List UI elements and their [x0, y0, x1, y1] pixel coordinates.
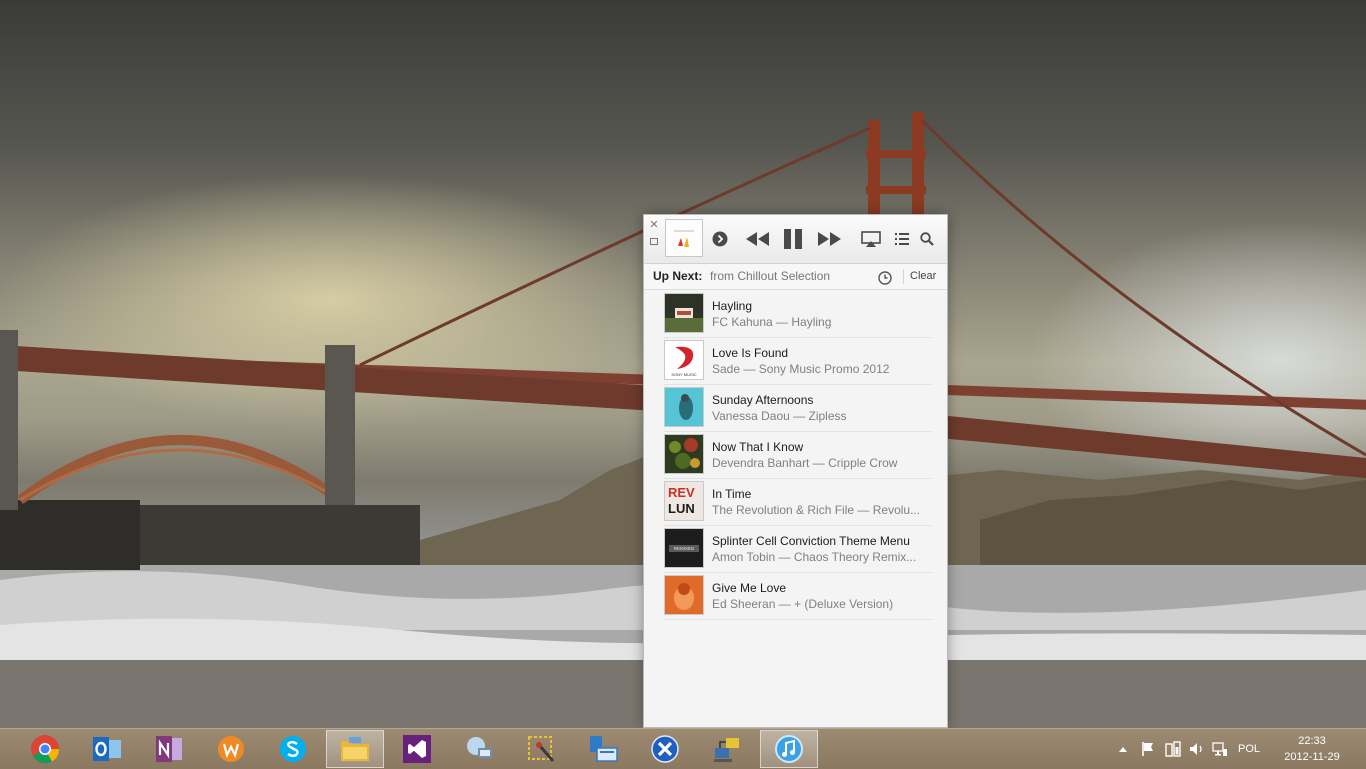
rewind-icon[interactable] — [746, 232, 770, 246]
track-artist-album: FC Kahuna — Hayling — [712, 315, 832, 329]
track-item[interactable]: Now That I Know Devendra Banhart — Cripp… — [664, 432, 932, 479]
volume-icon[interactable] — [1187, 729, 1207, 769]
up-next-arrow-icon[interactable] — [712, 231, 728, 247]
track-artist-album: Ed Sheeran — + (Deluxe Version) — [712, 597, 894, 611]
clock-date: 2012-11-29 — [1284, 751, 1340, 763]
track-title: In Time — [712, 487, 752, 501]
track-title: Sunday Afternoons — [712, 393, 814, 407]
svg-text:REMIXED: REMIXED — [674, 546, 695, 551]
album-artwork — [664, 434, 704, 474]
xamarin-icon[interactable] — [636, 730, 694, 768]
album-artwork — [664, 575, 704, 615]
close-icon[interactable]: ✕ — [649, 220, 659, 231]
track-artist-album: Devendra Banhart — Cripple Crow — [712, 456, 898, 470]
power-battery-icon[interactable] — [1162, 729, 1184, 769]
action-center-flag-icon[interactable] — [1138, 729, 1158, 769]
divider — [903, 269, 904, 284]
album-artwork — [664, 387, 704, 427]
now-playing-artwork[interactable] — [665, 219, 703, 257]
visual-studio-icon[interactable] — [388, 730, 446, 768]
album-artwork — [664, 293, 704, 333]
album-artwork: REV LUN — [664, 481, 704, 521]
itunes-miniplayer-window[interactable]: ✕ Up Next: from Chillout Selection Clear… — [643, 214, 948, 728]
system-clock[interactable]: 22:33 2012-11-29 — [1272, 733, 1352, 765]
pause-icon[interactable] — [783, 229, 803, 249]
network-connect-icon[interactable] — [698, 730, 756, 768]
track-title: Give Me Love — [712, 581, 787, 595]
chrome-icon[interactable] — [16, 730, 74, 768]
track-item[interactable]: SONY MUSIC Love Is Found Sade — Sony Mus… — [664, 338, 932, 385]
track-title: Splinter Cell Conviction Theme Menu — [712, 534, 910, 548]
album-artwork: REMIXED — [664, 528, 704, 568]
network-tool-icon[interactable] — [450, 730, 508, 768]
input-language-indicator[interactable]: POL — [1234, 729, 1264, 769]
network-icon[interactable] — [1210, 729, 1230, 769]
track-artist-album: Amon Tobin — Chaos Theory Remix... — [712, 550, 917, 564]
track-title: Hayling — [712, 299, 753, 313]
track-artist-album: Sade — Sony Music Promo 2012 — [712, 362, 890, 376]
up-next-header: Up Next: from Chillout Selection Clear — [644, 264, 947, 290]
show-hidden-icons-icon[interactable] — [1116, 729, 1130, 769]
skype-icon[interactable] — [264, 730, 322, 768]
wps-icon[interactable] — [202, 730, 260, 768]
search-icon[interactable] — [920, 232, 934, 246]
track-item[interactable]: Give Me Love Ed Sheeran — + (Deluxe Vers… — [664, 573, 932, 620]
track-item[interactable]: REMIXED Splinter Cell Conviction Theme M… — [664, 526, 932, 573]
track-artist-album: Vanessa Daou — Zipless — [712, 409, 847, 423]
onenote-icon[interactable] — [140, 730, 198, 768]
track-item[interactable]: REV LUN In Time The Revolution & Rich Fi… — [664, 479, 932, 526]
itunes-icon[interactable] — [760, 730, 818, 768]
clock-time: 22:33 — [1298, 735, 1326, 747]
list-icon[interactable] — [895, 233, 909, 245]
svg-text:REV: REV — [668, 485, 695, 500]
track-title: Now That I Know — [712, 440, 804, 454]
airplay-icon[interactable] — [861, 231, 881, 247]
snipping-tool-icon[interactable] — [512, 730, 570, 768]
file-explorer-icon[interactable] — [326, 730, 384, 768]
track-artist-album: The Revolution & Rich File — Revolu... — [712, 503, 921, 517]
track-item[interactable]: Hayling FC Kahuna — Hayling — [664, 291, 932, 338]
up-next-source: from Chillout Selection — [710, 269, 831, 283]
fast-forward-icon[interactable] — [817, 232, 841, 246]
remote-desktop-icon[interactable] — [574, 730, 632, 768]
outlook-icon[interactable] — [78, 730, 136, 768]
up-next-title: Up Next: — [653, 269, 703, 283]
taskbar: POL 22:33 2012-11-29 — [0, 728, 1366, 769]
track-title: Love Is Found — [712, 346, 789, 360]
svg-text:LUN: LUN — [668, 501, 695, 516]
svg-text:SONY MUSIC: SONY MUSIC — [671, 372, 696, 377]
restore-window-icon[interactable] — [649, 237, 659, 247]
clear-button[interactable]: Clear — [910, 264, 936, 289]
album-artwork: SONY MUSIC — [664, 340, 704, 380]
track-item[interactable]: Sunday Afternoons Vanessa Daou — Zipless — [664, 385, 932, 432]
player-toolbar: ✕ — [644, 215, 947, 264]
